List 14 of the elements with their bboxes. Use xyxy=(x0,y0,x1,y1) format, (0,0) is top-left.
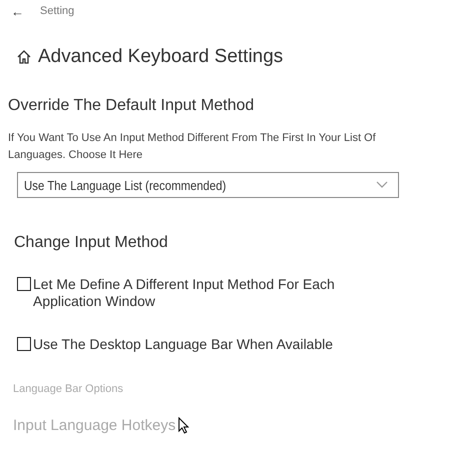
checkbox[interactable] xyxy=(17,337,31,351)
checkbox-label: Use The Desktop Language Bar When Available xyxy=(33,336,334,353)
window-title: Setting xyxy=(40,5,74,17)
page-title: Advanced Keyboard Settings xyxy=(38,46,284,68)
checkbox[interactable] xyxy=(17,277,31,291)
cursor-icon xyxy=(178,417,190,434)
back-button[interactable]: ← xyxy=(11,4,24,18)
section-heading: Change Input Method xyxy=(14,234,168,252)
description: If You Want To Use An Input Method Different From The First In Your List Of Languages. Choose It Here xyxy=(8,131,377,163)
checkbox-label: Let Me Define A Different Input Method For Each Application Window xyxy=(33,276,336,310)
input-method-dropdown[interactable]: Use The Language List (recommended) xyxy=(17,172,399,198)
chevron-icon xyxy=(376,181,388,189)
section-heading: Override The Default Input Method xyxy=(8,97,254,115)
home-icon xyxy=(16,49,32,65)
